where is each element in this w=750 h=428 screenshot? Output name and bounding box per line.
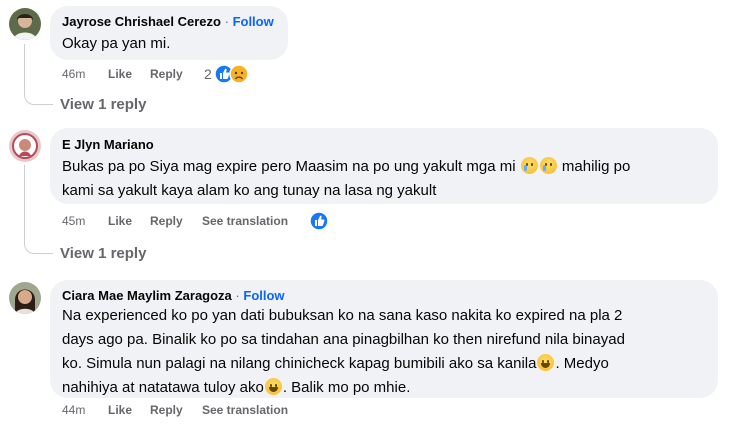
author-name[interactable]: Jayrose Chrishael Cerezo: [62, 14, 221, 29]
comment-text: Na experienced ko po yan dati bubuksan k…: [62, 304, 712, 400]
separator-dot: ·: [224, 14, 229, 29]
thread-curve: [24, 84, 53, 105]
comment-time[interactable]: 45m: [62, 214, 85, 228]
author-name[interactable]: E Jlyn Mariano: [62, 137, 154, 152]
comment-bubble: Ciara Mae Maylim Zaragoza · Follow Na ex…: [50, 280, 718, 398]
comment-text-line: ko. Simula nun palagi na nilang chiniche…: [62, 355, 537, 372]
comment-bubble: Jayrose Chrishael Cerezo · Follow Okay p…: [50, 6, 288, 60]
avatar[interactable]: [9, 130, 41, 162]
comment-text-line: . Balik mo po mhie.: [282, 379, 411, 396]
comment-actions: 44m Like Reply See translation: [62, 403, 312, 419]
avatar[interactable]: [9, 282, 41, 314]
comment-actions: 45m Like Reply See translation: [62, 214, 312, 230]
thread-curve: [24, 233, 53, 254]
separator-dot: ·: [235, 288, 240, 303]
like-button[interactable]: Like: [108, 67, 132, 81]
view-replies-link[interactable]: View 1 reply: [60, 96, 146, 113]
comment-text-line: . Medyo: [555, 355, 609, 372]
author-name[interactable]: Ciara Mae Maylim Zaragoza: [62, 288, 232, 303]
thread-line: [24, 165, 25, 233]
like-button[interactable]: Like: [108, 214, 132, 228]
comment-text-line: days ago pa. Binalik ko po sa tindahan a…: [62, 331, 625, 348]
laughing-emoji-icon: [537, 354, 555, 371]
crying-emoji-icon: [520, 157, 538, 174]
reactions[interactable]: [308, 211, 330, 236]
follow-button[interactable]: Follow: [233, 14, 274, 29]
comment-text-line: mahilig po: [561, 158, 631, 175]
like-icon: [309, 211, 329, 231]
comment-text: Bukas pa po Siya mag expire pero Maasim …: [62, 155, 712, 203]
see-translation-link[interactable]: See translation: [202, 403, 288, 417]
comment-text-line: Na experienced ko po yan dati bubuksan k…: [62, 307, 623, 324]
like-button[interactable]: Like: [108, 403, 132, 417]
comment-text-line: kami sa yakult kaya alam ko ang tunay na…: [62, 182, 437, 199]
sad-icon: [229, 64, 249, 84]
avatar[interactable]: [9, 8, 41, 40]
reactions[interactable]: [214, 64, 250, 89]
view-replies-link[interactable]: View 1 reply: [60, 245, 146, 262]
comment-time[interactable]: 44m: [62, 403, 85, 417]
reaction-count[interactable]: 2: [204, 66, 212, 82]
comment-bubble: E Jlyn Mariano Bukas pa po Siya mag expi…: [50, 128, 718, 204]
comment-time[interactable]: 46m: [62, 67, 85, 81]
reply-button[interactable]: Reply: [150, 214, 183, 228]
comment-text: Okay pa yan mi.: [62, 35, 171, 52]
comment-text-line: Bukas pa po Siya mag expire pero Maasim …: [62, 158, 516, 175]
thread-line: [24, 44, 25, 84]
reply-button[interactable]: Reply: [150, 403, 183, 417]
comment-text-line: nahihiya at natatawa tuloy ako: [62, 379, 264, 396]
laughing-emoji-icon: [264, 378, 282, 395]
reply-button[interactable]: Reply: [150, 67, 183, 81]
crying-emoji-icon: [539, 157, 557, 174]
follow-button[interactable]: Follow: [243, 288, 284, 303]
see-translation-link[interactable]: See translation: [202, 214, 288, 228]
